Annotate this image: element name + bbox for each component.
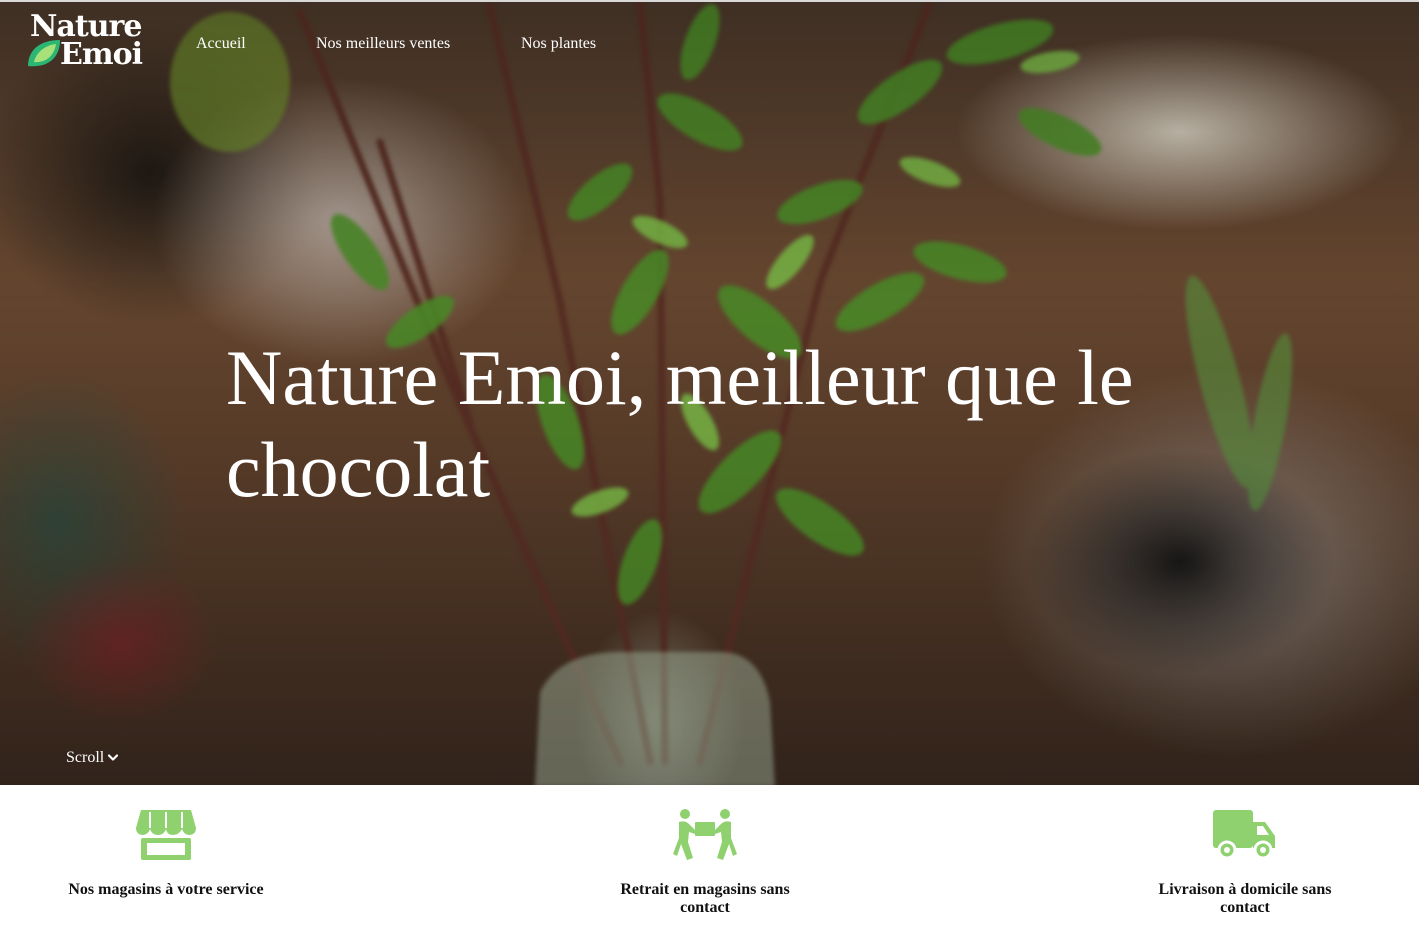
hero-title: Nature Emoi, meilleur que le chocolat <box>226 334 1134 513</box>
truck-icon <box>1213 810 1275 860</box>
feature-item-magasins: Nos magasins à votre service <box>36 807 296 899</box>
nav-link-meilleurs-ventes[interactable]: Nos meilleurs ventes <box>316 35 450 53</box>
brand-name-line2: Emoi <box>60 37 143 72</box>
top-navigation: Nature Emoi Accueil Nos meilleurs ventes… <box>0 2 1419 82</box>
feature-label: Nos magasins à votre service <box>68 881 264 898</box>
scroll-label: Scroll <box>66 749 105 766</box>
nav-link-plantes[interactable]: Nos plantes <box>521 35 596 53</box>
feature-item-retrait: Retrait en magasins sans contact <box>575 807 835 917</box>
nav-link-accueil[interactable]: Accueil <box>196 35 246 53</box>
features-section: Nos magasins à votre service Retrait en … <box>0 785 1419 941</box>
hero-section: Nature Emoi Accueil Nos meilleurs ventes… <box>0 0 1419 785</box>
chevron-down-icon <box>108 754 119 761</box>
scroll-button[interactable]: Scroll <box>66 749 119 767</box>
feature-item-livraison: Livraison à domicile sans contact <box>1115 807 1375 917</box>
store-icon <box>136 810 196 860</box>
people-carry-box-icon <box>673 809 737 860</box>
feature-label: Livraison à domicile sans contact <box>1158 881 1332 916</box>
feature-label: Retrait en magasins sans contact <box>620 881 790 916</box>
brand-logo[interactable]: Nature Emoi <box>24 12 158 74</box>
